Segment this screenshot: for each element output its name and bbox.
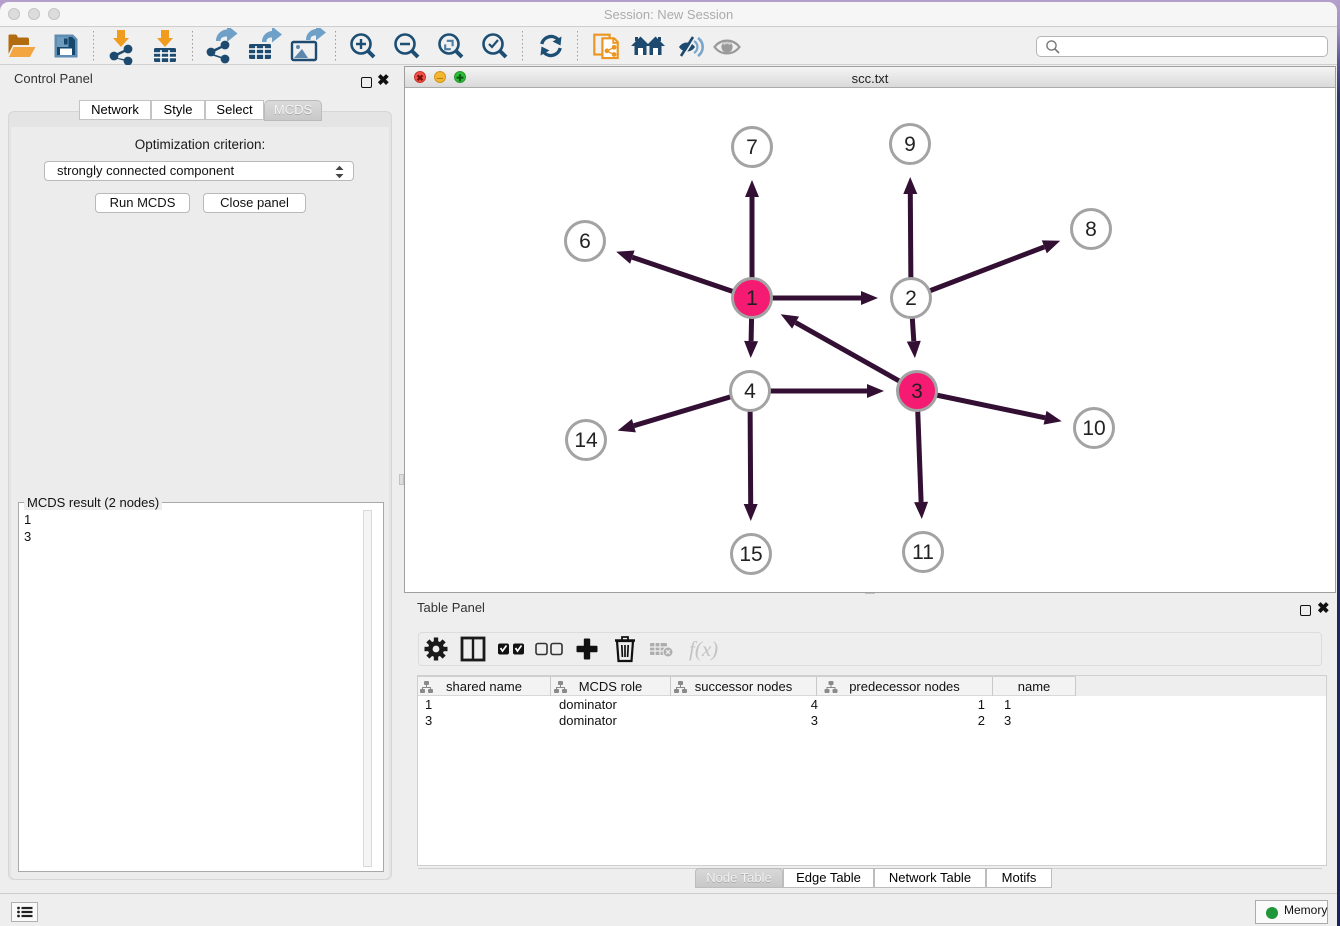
- svg-text:8: 8: [1085, 218, 1097, 241]
- svg-text:10: 10: [1082, 417, 1105, 440]
- svg-text:1: 1: [746, 287, 758, 310]
- svg-text:3: 3: [911, 380, 923, 403]
- svg-text:14: 14: [574, 429, 598, 452]
- svg-text:6: 6: [579, 230, 591, 253]
- svg-text:7: 7: [746, 136, 758, 159]
- svg-text:4: 4: [744, 380, 756, 403]
- svg-text:f(x): f(x): [689, 637, 718, 661]
- svg-text:15: 15: [739, 543, 762, 566]
- svg-text:2: 2: [905, 287, 917, 310]
- svg-text:11: 11: [912, 541, 934, 564]
- svg-text:9: 9: [904, 133, 916, 156]
